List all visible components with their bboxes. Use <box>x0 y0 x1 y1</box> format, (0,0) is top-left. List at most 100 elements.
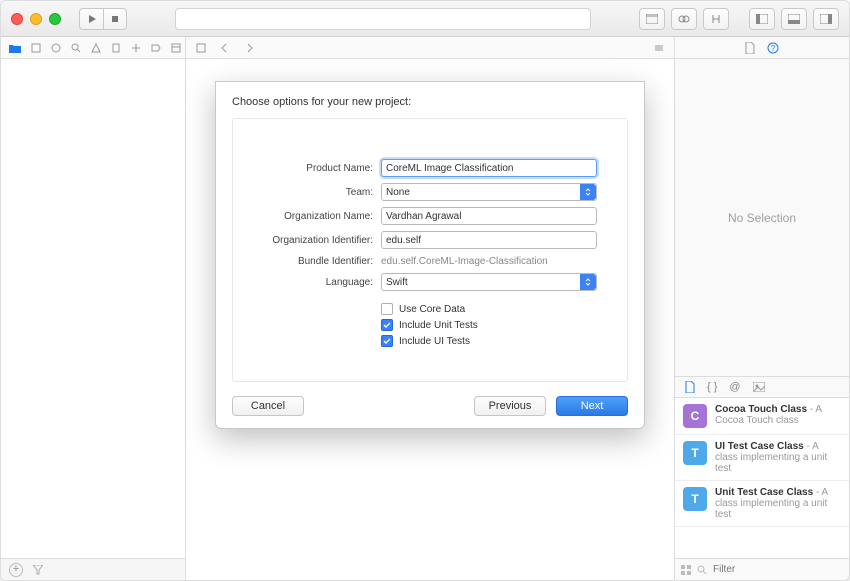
language-select-value: Swift <box>386 277 408 288</box>
toggle-bottom-panel-button[interactable] <box>781 8 807 30</box>
filter-icon <box>697 565 707 575</box>
use-core-data-checkbox[interactable] <box>381 303 393 315</box>
class-icon: C <box>683 404 707 428</box>
debug-navigator-tab[interactable] <box>131 41 141 55</box>
include-ui-tests-checkbox[interactable] <box>381 335 393 347</box>
org-id-label: Organization Identifier: <box>263 235 373 246</box>
xcode-window: + Choose options for your new project: <box>0 0 850 581</box>
previous-button[interactable]: Previous <box>474 396 546 416</box>
filter-icon[interactable] <box>33 565 43 575</box>
add-button[interactable]: + <box>9 563 23 577</box>
org-name-label: Organization Name: <box>263 211 373 222</box>
assistant-editor-button[interactable] <box>671 8 697 30</box>
navigator-panel: + <box>1 37 186 580</box>
navigator-bottom-bar: + <box>1 558 185 580</box>
language-row: Language: Swift <box>263 273 597 291</box>
org-name-input[interactable] <box>381 207 597 225</box>
object-library-tab[interactable]: @ <box>729 381 740 393</box>
back-button[interactable] <box>218 41 232 55</box>
inspector-tabs: ? <box>675 37 849 59</box>
editor-body: Choose options for your new project: Pro… <box>186 59 674 580</box>
product-name-input[interactable] <box>381 159 597 177</box>
bottom-panel-icon <box>788 14 800 24</box>
code-snippet-library-tab[interactable]: { } <box>707 381 717 393</box>
stop-icon <box>110 14 120 24</box>
bundle-id-row: Bundle Identifier: edu.self.CoreML-Image… <box>263 255 597 267</box>
grid-icon[interactable] <box>681 565 691 575</box>
include-ui-tests-label: Include UI Tests <box>399 336 470 347</box>
activity-viewer <box>175 8 591 30</box>
editor-icon <box>646 14 658 24</box>
stop-button[interactable] <box>103 8 127 30</box>
file-inspector-tab[interactable] <box>745 42 755 54</box>
minimize-window-button[interactable] <box>30 13 42 25</box>
standard-editor-button[interactable] <box>639 8 665 30</box>
cancel-button[interactable]: Cancel <box>232 396 304 416</box>
library-item[interactable]: T Unit Test Case Class - A class impleme… <box>675 481 849 527</box>
toolbar-right <box>639 8 839 30</box>
chevron-updown-icon <box>580 184 596 200</box>
project-navigator-tab[interactable] <box>9 41 21 55</box>
breakpoint-navigator-tab[interactable] <box>151 41 161 55</box>
product-name-label: Product Name: <box>263 163 373 174</box>
jump-menu-button[interactable] <box>652 41 666 55</box>
document-icon <box>685 381 695 393</box>
quick-help-inspector-tab[interactable]: ? <box>767 42 779 54</box>
jump-bar <box>186 37 674 59</box>
include-unit-tests-checkbox[interactable] <box>381 319 393 331</box>
left-panel-icon <box>756 14 768 24</box>
svg-text:?: ? <box>771 44 776 53</box>
report-navigator-tab[interactable] <box>171 41 181 55</box>
close-window-button[interactable] <box>11 13 23 25</box>
team-label: Team: <box>263 187 373 198</box>
run-button[interactable] <box>79 8 103 30</box>
sheet-body: Product Name: Team: None <box>232 118 628 382</box>
library-item[interactable]: T UI Test Case Class - A class implement… <box>675 435 849 481</box>
related-items-button[interactable] <box>194 41 208 55</box>
chevron-updown-icon <box>580 274 596 290</box>
media-library-tab[interactable] <box>753 382 765 392</box>
forward-button[interactable] <box>242 41 256 55</box>
editor-area: Choose options for your new project: Pro… <box>186 37 674 580</box>
run-stop-group <box>79 8 127 30</box>
zoom-window-button[interactable] <box>49 13 61 25</box>
bundle-id-label: Bundle Identifier: <box>263 256 373 267</box>
document-icon <box>745 42 755 54</box>
use-core-data-row: Use Core Data <box>381 303 597 315</box>
sheet-buttons: Cancel Previous Next <box>232 396 628 416</box>
org-name-row: Organization Name: <box>263 207 597 225</box>
library-item-title: Cocoa Touch Class <box>715 404 807 415</box>
source-control-navigator-tab[interactable] <box>31 41 41 55</box>
include-unit-tests-label: Include Unit Tests <box>399 320 478 331</box>
toggle-right-panel-button[interactable] <box>813 8 839 30</box>
team-select[interactable]: None <box>381 183 597 201</box>
version-editor-button[interactable] <box>703 8 729 30</box>
language-select[interactable]: Swift <box>381 273 597 291</box>
braces-icon: { } <box>707 381 717 393</box>
symbol-navigator-tab[interactable] <box>51 41 61 55</box>
right-panel-icon <box>820 14 832 24</box>
library-item-text: Cocoa Touch Class - A Cocoa Touch class <box>715 404 841 426</box>
find-navigator-tab[interactable] <box>71 41 81 55</box>
library-item-text: UI Test Case Class - A class implementin… <box>715 441 841 474</box>
navigator-body <box>1 59 185 558</box>
next-button[interactable]: Next <box>556 396 628 416</box>
use-core-data-label: Use Core Data <box>399 304 465 315</box>
library-filter-input[interactable] <box>713 564 845 575</box>
language-label: Language: <box>263 277 373 288</box>
team-row: Team: None <box>263 183 597 201</box>
toggle-left-panel-button[interactable] <box>749 8 775 30</box>
library-list: C Cocoa Touch Class - A Cocoa Touch clas… <box>675 398 849 558</box>
org-id-input[interactable] <box>381 231 597 249</box>
issue-navigator-tab[interactable] <box>91 41 101 55</box>
test-navigator-tab[interactable] <box>111 41 121 55</box>
assistant-icon <box>678 14 690 24</box>
version-icon <box>710 14 722 24</box>
at-icon: @ <box>729 381 740 393</box>
sheet-heading: Choose options for your new project: <box>232 96 628 108</box>
product-name-row: Product Name: <box>263 159 597 177</box>
file-template-library-tab[interactable] <box>685 381 695 393</box>
include-ui-tests-row: Include UI Tests <box>381 335 597 347</box>
traffic-lights <box>11 13 61 25</box>
library-item[interactable]: C Cocoa Touch Class - A Cocoa Touch clas… <box>675 398 849 435</box>
